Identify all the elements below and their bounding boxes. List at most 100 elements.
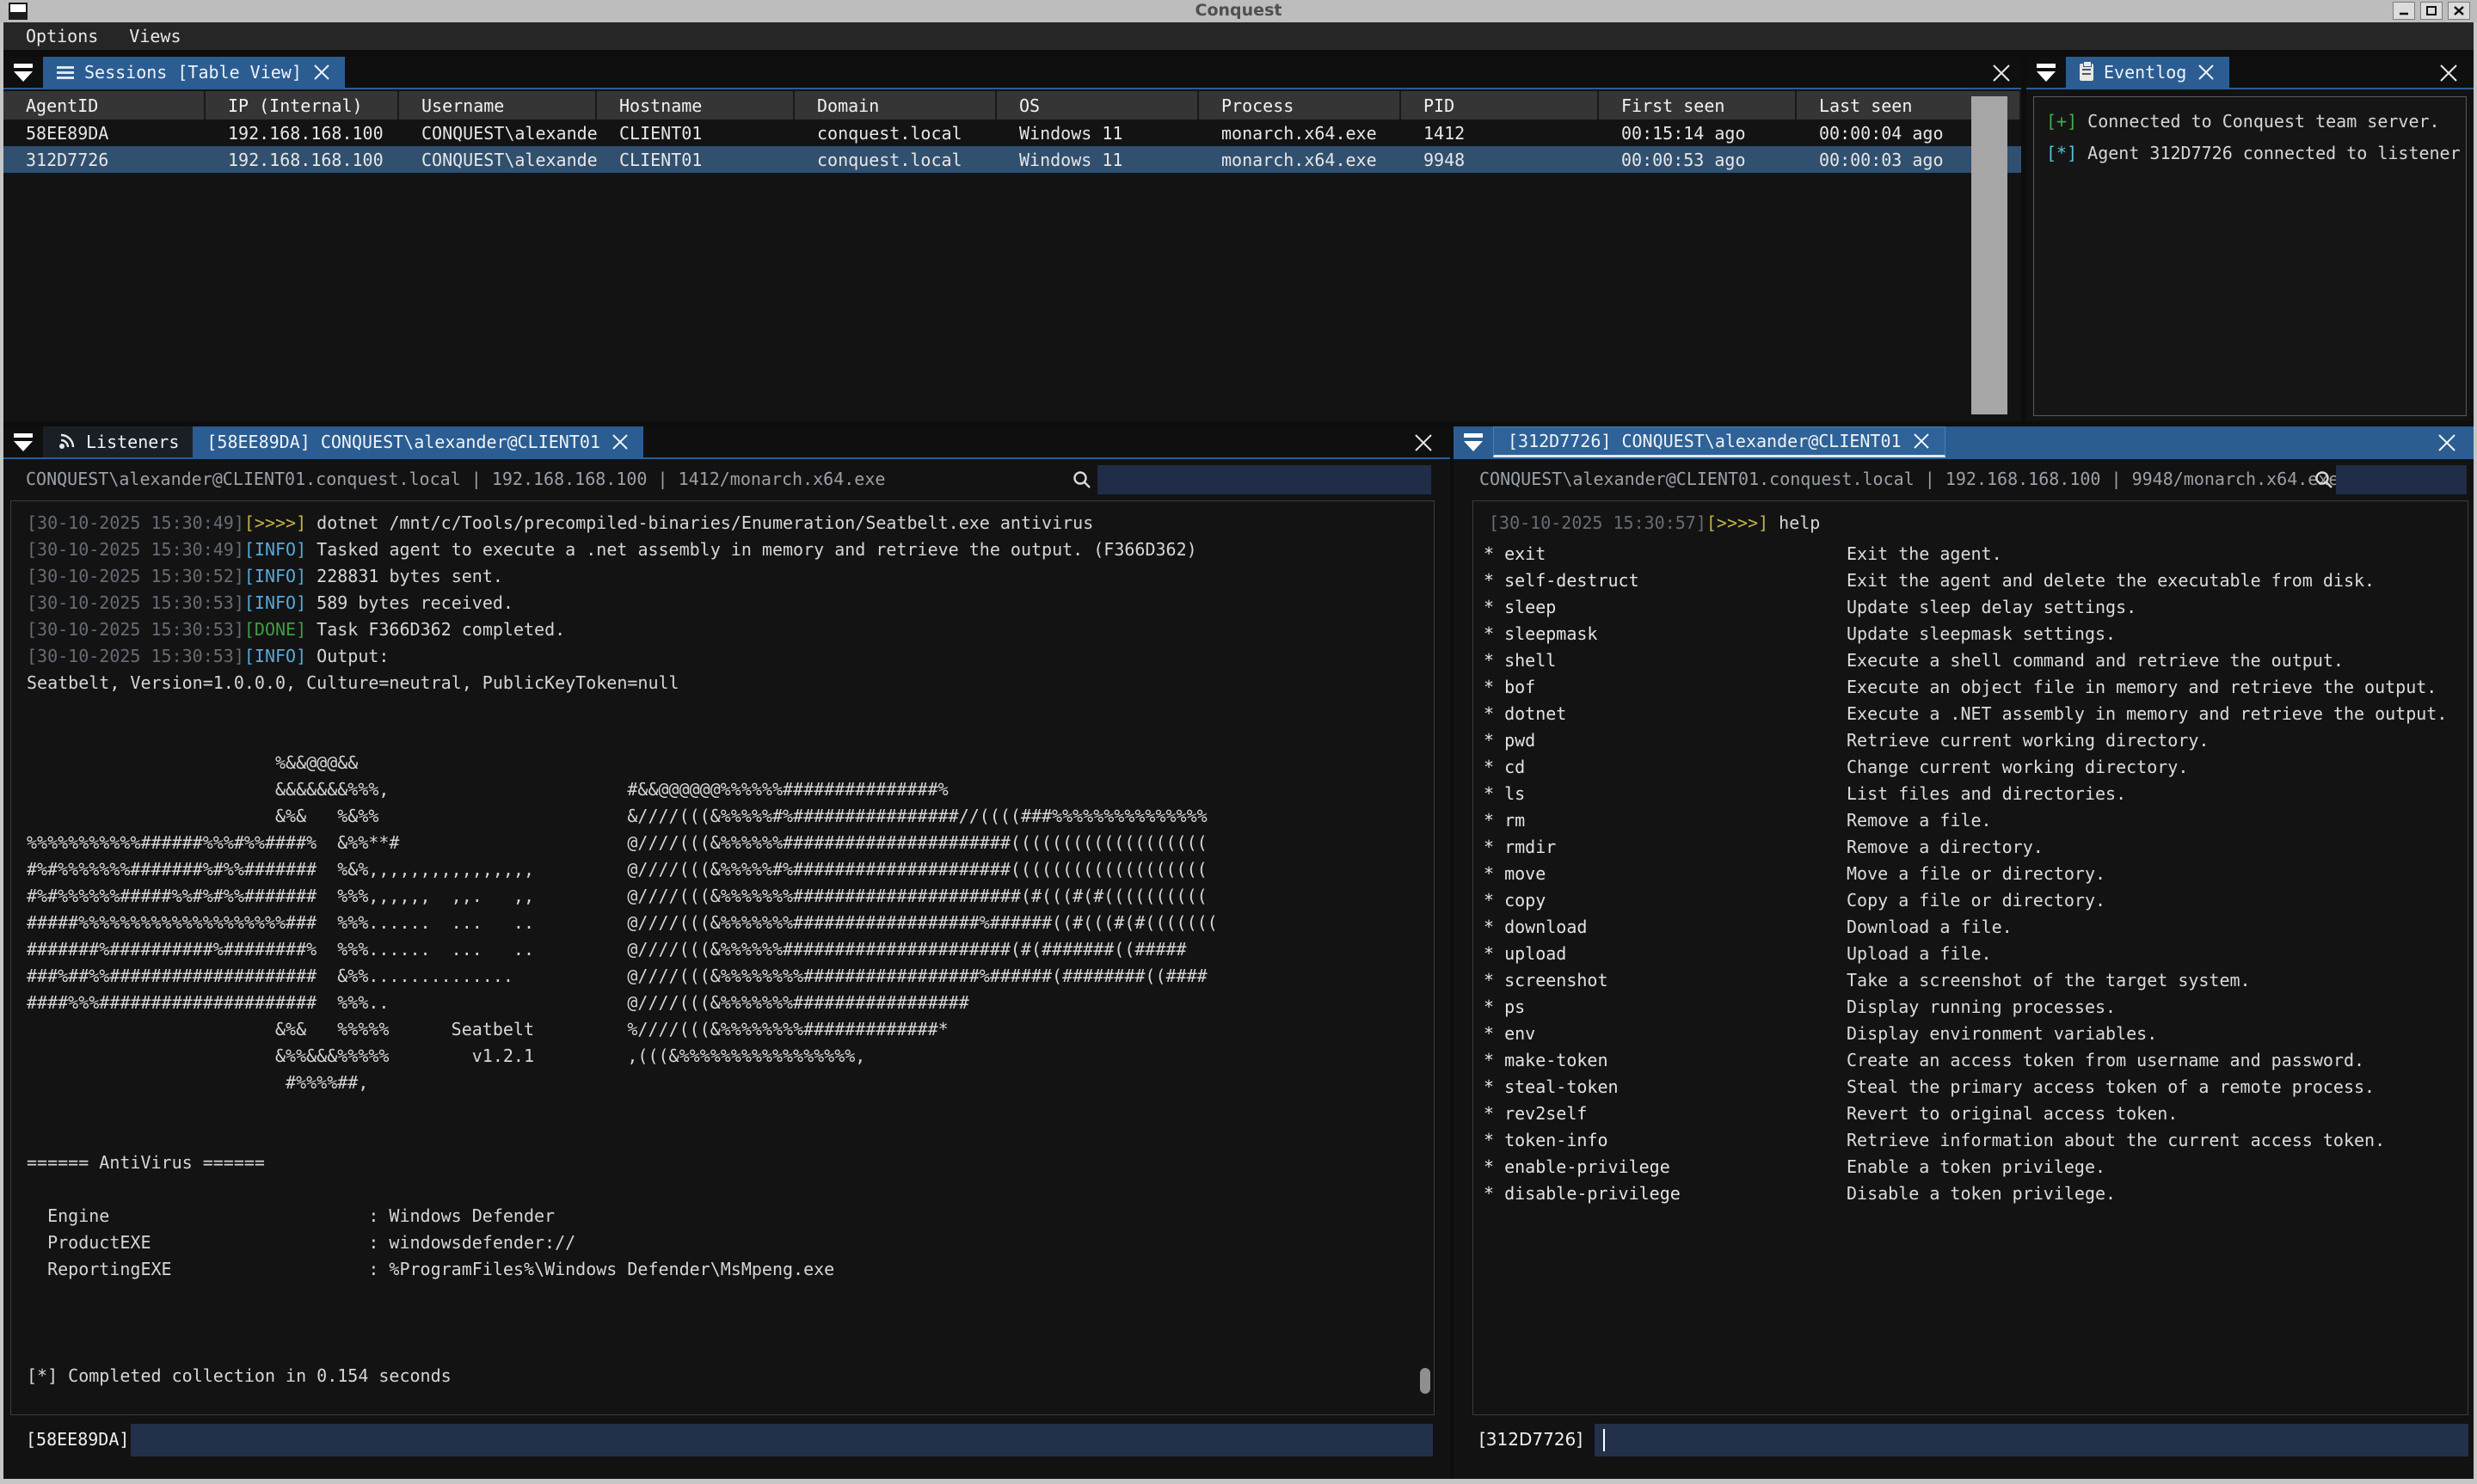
help-row: * enable-privilegeEnable a token privile…: [1484, 1154, 2468, 1180]
log-tag: [>>>>]: [1706, 512, 1768, 533]
close-tab-icon[interactable]: [1912, 432, 1931, 451]
collapse-icon: [14, 64, 33, 68]
log-tag: [DONE]: [244, 619, 306, 640]
minimize-button[interactable]: [2393, 2, 2415, 20]
help-command: * download: [1484, 914, 1847, 941]
menu-bar: Options Views: [3, 22, 2474, 50]
log-tag: [INFO]: [244, 592, 306, 613]
search-icon: [1072, 469, 1092, 490]
close-sessions-pane-button[interactable]: [1987, 57, 2016, 89]
maximize-icon: [2425, 5, 2437, 16]
column-header-pid[interactable]: PID: [1401, 91, 1599, 120]
help-description: Change current working directory.: [1847, 754, 2188, 781]
session-info-row: CONQUEST\alexander@CLIENT01.conquest.loc…: [1454, 464, 2474, 495]
close-tab-icon[interactable]: [2197, 63, 2216, 82]
eventlog-text: Connected to Conquest team server.: [2077, 111, 2439, 132]
clipboard-icon: [2080, 64, 2093, 81]
help-command: * disable-privilege: [1484, 1180, 1847, 1207]
sessions-scrollbar[interactable]: [1971, 96, 2007, 414]
tab-sessions-table-view[interactable]: Sessions [Table View]: [43, 57, 345, 88]
session-row-312D7726[interactable]: 312D7726192.168.168.100CONQUEST\alexande…: [3, 146, 2021, 173]
cell: 58EE89DA: [3, 120, 206, 146]
console-output-text: [30-10-2025 15:30:57][>>>>] help: [1473, 501, 2468, 537]
close-console-pane-button[interactable]: [2432, 426, 2462, 459]
tab-listeners[interactable]: Listeners: [43, 426, 193, 457]
help-description: Retrieve current working directory.: [1847, 727, 2209, 754]
help-description: Upload a file.: [1847, 941, 1992, 967]
cell: CLIENT01: [597, 146, 795, 173]
help-description: Revert to original access token.: [1847, 1101, 2178, 1127]
tab-agent-58EE89DA[interactable]: [58EE89DA] CONQUEST\alexander@CLIENT01: [193, 426, 643, 457]
help-row: * downloadDownload a file.: [1484, 914, 2468, 941]
pane-menu-button[interactable]: [1454, 426, 1493, 457]
pane-menu-button[interactable]: [3, 426, 43, 457]
help-command: * copy: [1484, 887, 1847, 914]
column-header-ip-internal-[interactable]: IP (Internal): [206, 91, 399, 120]
search-icon: [2314, 469, 2334, 490]
cell: Windows 11: [997, 146, 1199, 173]
close-tab-icon[interactable]: [312, 63, 331, 82]
help-command: * sleep: [1484, 594, 1847, 621]
collapse-icon: [2037, 64, 2056, 68]
help-row: * self-destructExit the agent and delete…: [1484, 567, 2468, 594]
close-console-pane-button[interactable]: [1409, 426, 1438, 459]
menu-views[interactable]: Views: [129, 26, 181, 46]
log-timestamp: [30-10-2025 15:30:53]: [27, 619, 244, 640]
close-window-button[interactable]: [2448, 2, 2470, 20]
help-row: * shellExecute a shell command and retri…: [1484, 647, 2468, 674]
menu-options[interactable]: Options: [26, 26, 98, 46]
pane-menu-button[interactable]: [3, 57, 43, 88]
help-description: Update sleepmask settings.: [1847, 621, 2116, 647]
column-header-first-seen[interactable]: First seen: [1599, 91, 1797, 120]
column-header-agentid[interactable]: AgentID: [3, 91, 206, 120]
pane-menu-button[interactable]: [2026, 57, 2066, 88]
cell: conquest.local: [795, 120, 997, 146]
help-description: Display environment variables.: [1847, 1021, 2157, 1047]
tab-eventlog[interactable]: Eventlog: [2066, 57, 2229, 88]
column-header-os[interactable]: OS: [997, 91, 1199, 120]
help-command: * rm: [1484, 807, 1847, 834]
console-output[interactable]: [30-10-2025 15:30:49][>>>>] dotnet /mnt/…: [10, 500, 1435, 1415]
cell: 1412: [1401, 120, 1599, 146]
help-description: List files and directories.: [1847, 781, 2126, 807]
help-description: Copy a file or directory.: [1847, 887, 2105, 914]
eventlog-line: [+] Connected to Conquest team server.: [2046, 106, 2454, 138]
help-row: * rev2selfRevert to original access toke…: [1484, 1101, 2468, 1127]
session-info-row: CONQUEST\alexander@CLIENT01.conquest.loc…: [3, 464, 1450, 495]
close-eventlog-pane-button[interactable]: [2434, 57, 2463, 89]
help-row: * copyCopy a file or directory.: [1484, 887, 2468, 914]
column-header-domain[interactable]: Domain: [795, 91, 997, 120]
column-header-process[interactable]: Process: [1199, 91, 1401, 120]
help-description: Remove a directory.: [1847, 834, 2044, 861]
console-output[interactable]: [30-10-2025 15:30:57][>>>>] help * exitE…: [1472, 500, 2468, 1415]
cell: 00:15:14 ago: [1599, 120, 1797, 146]
help-row: * make-tokenCreate an access token from …: [1484, 1047, 2468, 1074]
log-timestamp: [30-10-2025 15:30:52]: [27, 566, 244, 586]
maximize-button[interactable]: [2420, 2, 2443, 20]
log-tag: [INFO]: [244, 646, 306, 666]
log-timestamp: [30-10-2025 15:30:49]: [27, 512, 244, 533]
session-row-58EE89DA[interactable]: 58EE89DA192.168.168.100CONQUEST\alexande…: [3, 120, 2021, 146]
sessions-tabbar: Sessions [Table View]: [3, 57, 2021, 89]
search-input[interactable]: [1097, 465, 1431, 494]
close-icon: [2437, 432, 2457, 453]
console-tabbar: Listeners [58EE89DA] CONQUEST\alexander@…: [3, 426, 1450, 459]
column-header-hostname[interactable]: Hostname: [597, 91, 795, 120]
log-timestamp: [30-10-2025 15:30:49]: [27, 539, 244, 560]
command-input[interactable]: [131, 1424, 1433, 1456]
help-row: * steal-tokenSteal the primary access to…: [1484, 1074, 2468, 1101]
column-header-username[interactable]: Username: [399, 91, 597, 120]
tab-agent-312D7726[interactable]: [312D7726] CONQUEST\alexander@CLIENT01: [1493, 426, 1945, 457]
command-input-focused[interactable]: [1595, 1424, 2468, 1456]
help-row: * pwdRetrieve current working directory.: [1484, 727, 2468, 754]
help-description: Create an access token from username and…: [1847, 1047, 2364, 1074]
help-command: * steal-token: [1484, 1074, 1847, 1101]
help-row: * sleepUpdate sleep delay settings.: [1484, 594, 2468, 621]
cell: 9948: [1401, 146, 1599, 173]
text-cursor: [1603, 1429, 1605, 1451]
close-tab-icon[interactable]: [611, 432, 630, 451]
console-scrollbar-thumb[interactable]: [1420, 1368, 1430, 1394]
log-timestamp: [30-10-2025 15:30:53]: [27, 646, 244, 666]
search-input[interactable]: [2336, 465, 2467, 494]
window-titlebar[interactable]: Conquest: [0, 0, 2477, 22]
